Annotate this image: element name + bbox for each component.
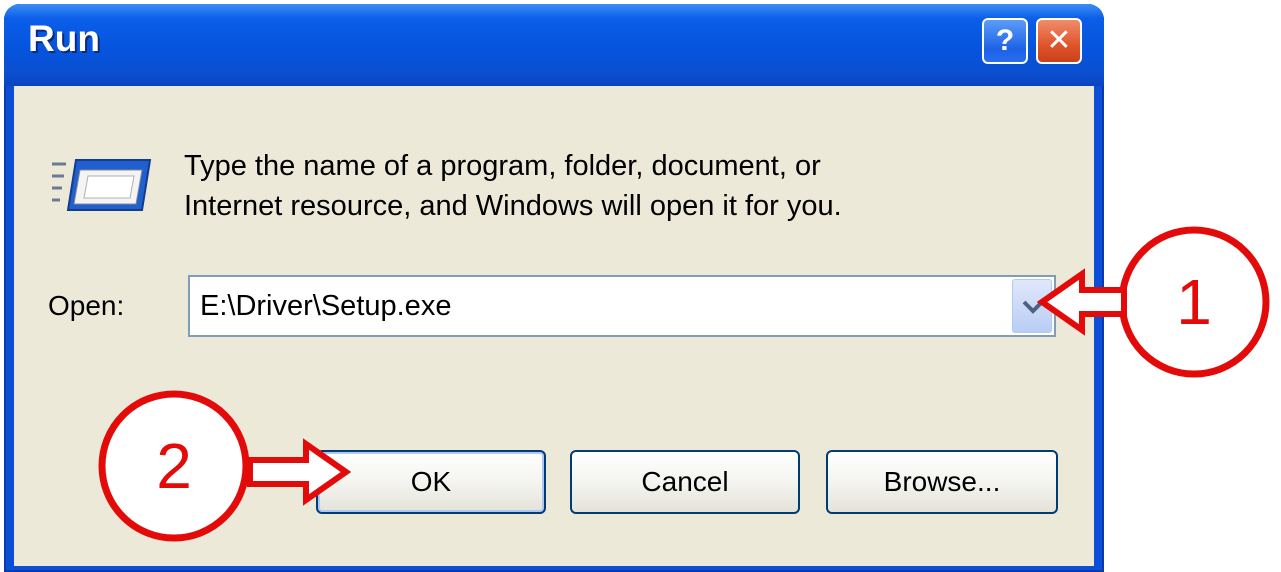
description-line-2: Internet resource, and Windows will open… [184,190,842,222]
open-label: Open: [48,290,125,321]
browse-button[interactable]: Browse... [826,450,1058,514]
open-combobox[interactable] [188,275,1056,337]
run-program-icon [52,159,152,211]
cancel-button[interactable]: Cancel [570,450,800,514]
dialog-description: Type the name of a program, folder, docu… [184,146,1004,226]
ok-button[interactable]: OK [316,450,546,514]
step-2-number: 2 [156,430,192,502]
dropdown-button[interactable] [1012,279,1052,333]
help-button[interactable]: ? [982,18,1028,64]
title-bar[interactable]: Run ? ✕ [4,4,1104,86]
description-line-1: Type the name of a program, folder, docu… [184,150,821,182]
step-1-number: 1 [1176,266,1212,338]
close-button[interactable]: ✕ [1036,18,1082,64]
open-input[interactable] [200,285,980,327]
chevron-down-icon [1022,300,1044,314]
window-title: Run [28,18,100,59]
